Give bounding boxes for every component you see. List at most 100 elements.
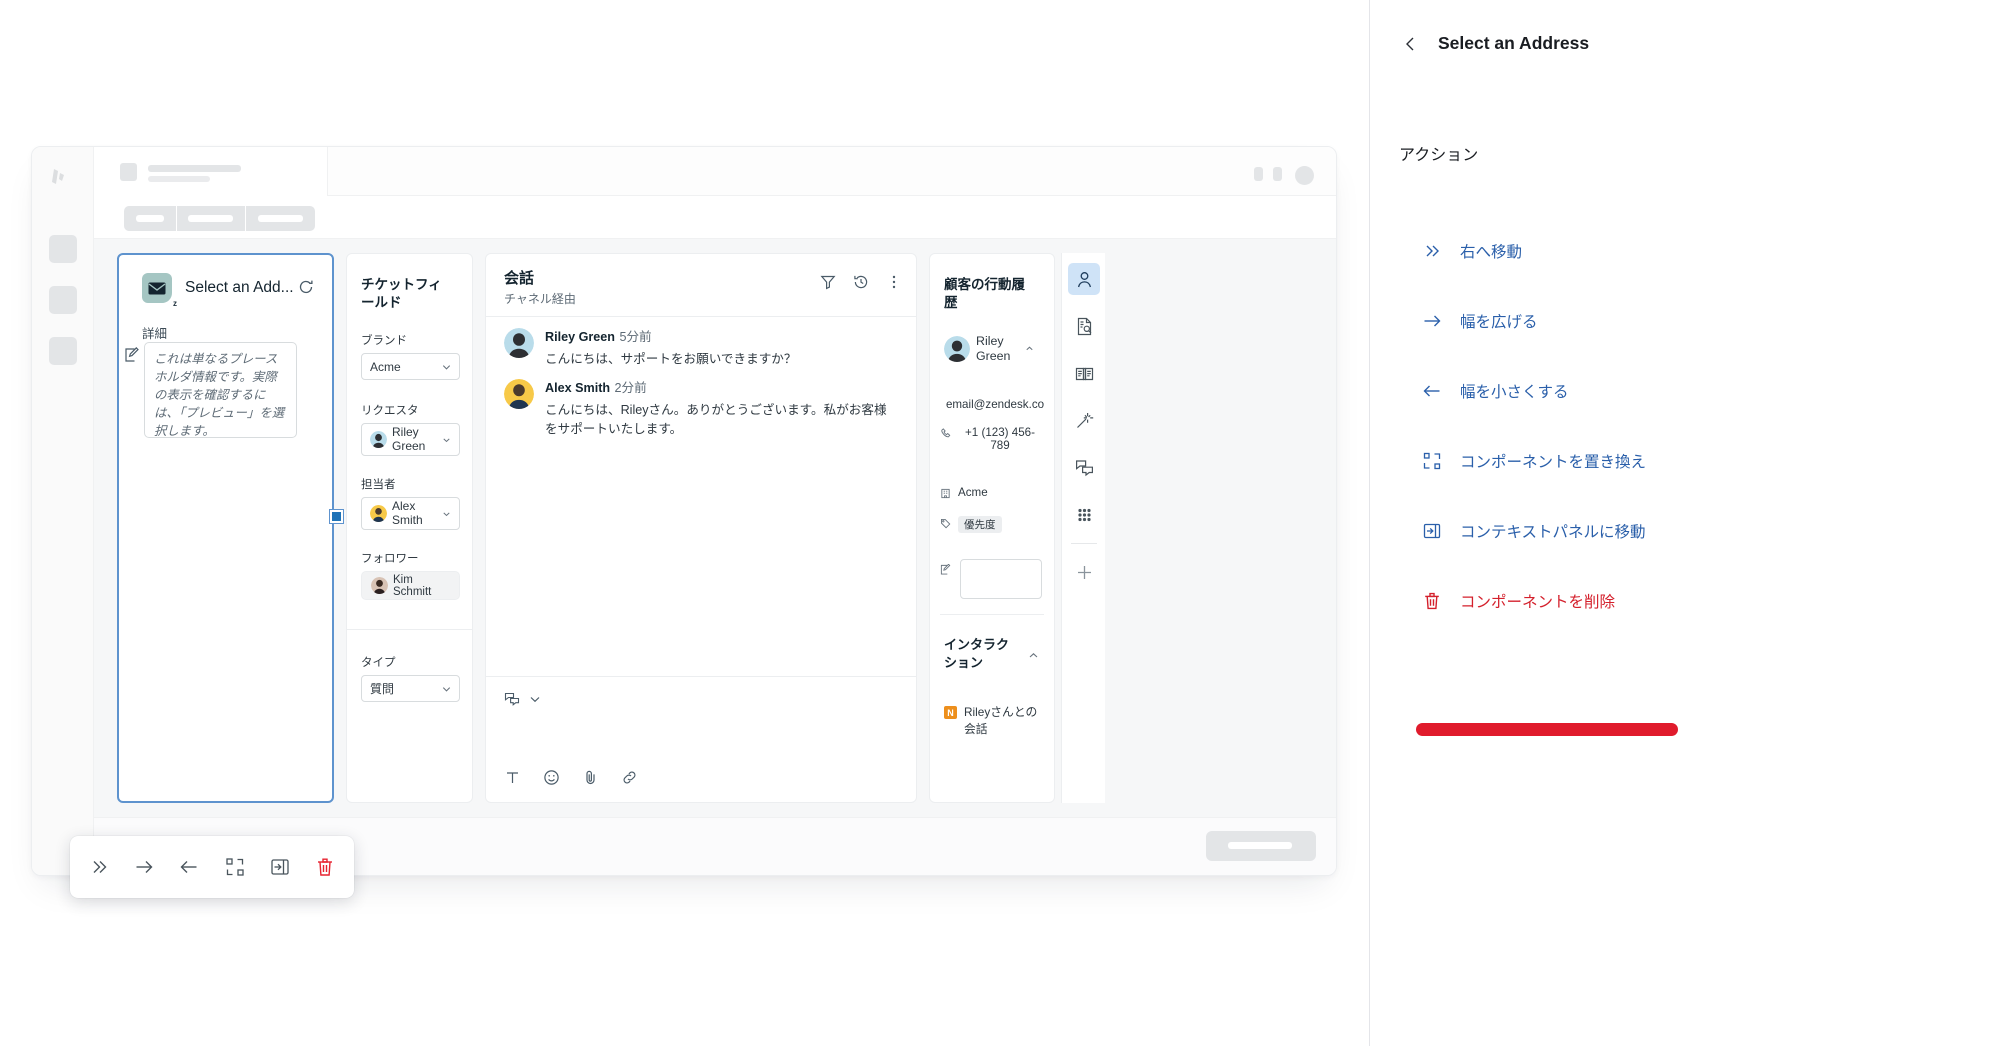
divider: [347, 629, 472, 630]
attachment-icon[interactable]: [582, 769, 599, 786]
app-field-label: 詳細: [142, 327, 168, 341]
channel-selector[interactable]: [504, 691, 543, 707]
field-type-select[interactable]: 質問: [361, 675, 460, 702]
filter-icon[interactable]: [820, 274, 836, 290]
action-delete-component[interactable]: コンポーネントを削除: [1370, 566, 2000, 636]
widen-button[interactable]: [124, 847, 164, 887]
trash-icon: [318, 858, 333, 876]
field-brand: ブランド Acme: [361, 332, 460, 380]
mock-avatar-placeholder[interactable]: [1295, 166, 1314, 185]
rail-add-button[interactable]: [1068, 556, 1100, 588]
mock-toolbar-button-2[interactable]: [177, 206, 245, 231]
message-time: 5分前: [619, 330, 652, 344]
selected-app-component[interactable]: z Select an Add... 詳細 これは単なるプレースホルダ情報です。…: [117, 253, 362, 803]
mock-body: z Select an Add... 詳細 これは単なるプレースホルダ情報です。…: [94, 239, 1336, 817]
note-edit-icon: [940, 564, 951, 575]
mock-toolbar-button-1[interactable]: [124, 206, 176, 231]
history-icon[interactable]: [853, 274, 869, 290]
avatar: [504, 328, 534, 358]
knowledge-book-icon: [1075, 367, 1093, 380]
actions-list: 右へ移動 幅を広げる 幅を小さくする コンポーネントを置き換え コンテキストパネ…: [1370, 216, 2000, 636]
avatar: [944, 335, 970, 362]
mock-rail-button-1[interactable]: [49, 235, 77, 263]
link-icon[interactable]: [621, 769, 638, 786]
action-label: コンテキストパネルに移動: [1460, 524, 1646, 541]
action-replace-component[interactable]: コンポーネントを置き換え: [1370, 426, 2000, 496]
rail-conversations-button[interactable]: [1068, 451, 1100, 483]
arrow-left-icon: [180, 861, 197, 873]
field-type: タイプ 質問: [361, 654, 460, 702]
screen-root: z Select an Add... 詳細 これは単なるプレースホルダ情報です。…: [0, 0, 2000, 1046]
context-icon-rail: [1061, 253, 1105, 803]
move-right-button[interactable]: [79, 847, 119, 887]
rail-ai-button[interactable]: [1068, 404, 1100, 436]
text-format-icon[interactable]: [504, 769, 521, 786]
mock-toolbar-button-3[interactable]: [246, 206, 315, 231]
customer-email: email@zendesk.co: [945, 398, 1045, 411]
field-follower-value: Kim Schmitt: [393, 573, 432, 598]
field-assignee-select[interactable]: Alex Smith: [361, 497, 460, 530]
organization-icon: [941, 488, 950, 499]
arrow-left-icon: [1421, 380, 1443, 402]
customer-phone: +1 (123) 456-789: [965, 426, 1035, 452]
chevron-down-icon: [442, 686, 451, 692]
field-brand-label: ブランド: [361, 335, 407, 347]
edit-box-icon: [125, 347, 139, 362]
chevron-down-icon: [442, 364, 451, 370]
replace-component-button[interactable]: [215, 847, 255, 887]
delete-component-button[interactable]: [305, 847, 345, 887]
chevrons-right-icon: [1421, 240, 1443, 262]
field-requester-select[interactable]: Riley Green: [361, 423, 460, 456]
rail-user-button[interactable]: [1068, 263, 1100, 295]
conversation-title: 会話: [504, 270, 535, 287]
mock-top-bar: [94, 147, 1336, 196]
mock-rail-button-3[interactable]: [49, 337, 77, 365]
conversation-actions: [820, 274, 902, 290]
field-brand-select[interactable]: Acme: [361, 353, 460, 380]
action-move-to-context-panel[interactable]: コンテキストパネルに移動: [1370, 496, 2000, 566]
rail-knowledge-button[interactable]: [1068, 357, 1100, 389]
details-textarea[interactable]: これは単なるプレースホルダ情報です。実際の表示を確認するには、「プレビュー」を選…: [144, 342, 297, 438]
user-icon: [1077, 271, 1091, 287]
emoji-icon[interactable]: [543, 769, 560, 786]
swap-component-icon: [225, 858, 244, 876]
rail-apps-button[interactable]: [1068, 498, 1100, 530]
more-vertical-icon[interactable]: [886, 274, 902, 290]
action-widen[interactable]: 幅を広げる: [1370, 286, 2000, 356]
customer-note-input[interactable]: [960, 559, 1042, 599]
product-logo-icon: [52, 169, 64, 184]
resize-handle[interactable]: [330, 510, 343, 523]
app-preview-window: z Select an Add... 詳細 これは単なるプレースホルダ情報です。…: [31, 146, 1337, 876]
interaction-item[interactable]: N Rileyさんとの会話: [944, 704, 1044, 737]
conversations-icon: [1075, 459, 1093, 476]
message-time: 2分前: [614, 381, 647, 396]
field-assignee: 担当者 Alex Smith: [361, 476, 460, 530]
component-settings-panel: Select an Address アクション 右へ移動 幅を広げる 幅を小さく…: [1369, 0, 2000, 1046]
app-card-title: Select an Add...: [185, 279, 294, 296]
move-to-context-panel-button[interactable]: [260, 847, 300, 887]
mock-footer-button[interactable]: [1206, 831, 1316, 861]
back-button[interactable]: [1399, 33, 1421, 55]
customer-tag[interactable]: 優先度: [958, 516, 1002, 533]
chevron-up-icon[interactable]: [1027, 649, 1040, 662]
refresh-icon[interactable]: [298, 279, 314, 295]
mock-rail-button-2[interactable]: [49, 286, 77, 314]
compose-area[interactable]: [486, 676, 916, 802]
trash-icon: [1421, 590, 1443, 612]
mock-active-tab[interactable]: [94, 147, 328, 196]
narrow-button[interactable]: [169, 847, 209, 887]
action-narrow[interactable]: 幅を小さくする: [1370, 356, 2000, 426]
customer-identity[interactable]: Riley Green: [944, 334, 1043, 364]
chevron-up-icon[interactable]: [1024, 343, 1035, 354]
action-label: 幅を広げる: [1460, 314, 1538, 331]
message-body: Alex Smith 2分前 こんにちは、Rileyさん。ありがとうございます。…: [545, 377, 898, 438]
rail-document-search-button[interactable]: [1068, 310, 1100, 342]
swap-component-icon: [1421, 450, 1443, 472]
action-move-right[interactable]: 右へ移動: [1370, 216, 2000, 286]
field-follower-chip[interactable]: Kim Schmitt: [361, 571, 460, 600]
interaction-badge: N: [944, 706, 957, 719]
mock-top-control-2[interactable]: [1273, 167, 1282, 181]
field-requester-label: リクエスタ: [361, 405, 419, 417]
customer-panel-title: 顧客の行動履歴: [944, 277, 1025, 311]
mock-top-control-1[interactable]: [1254, 167, 1263, 181]
